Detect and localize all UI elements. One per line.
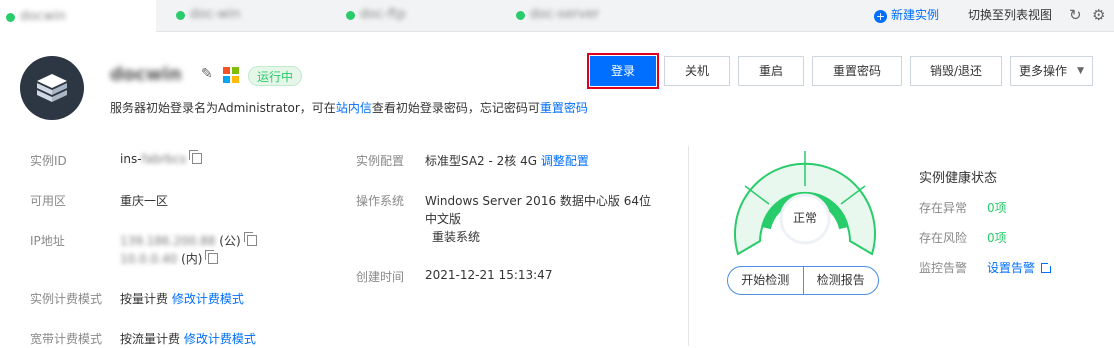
status-badge: 运行中 bbox=[248, 66, 303, 86]
tab-label: doc-ftp bbox=[360, 7, 406, 22]
modify-bandwidth-billing-link[interactable]: 修改计费模式 bbox=[184, 332, 256, 346]
inbox-link[interactable]: 站内信 bbox=[336, 101, 372, 115]
bandwidth-mode-label: 宽带计费模式 bbox=[30, 332, 103, 346]
check-report-button[interactable]: 检测报告 bbox=[804, 267, 879, 294]
instance-id-label: 实例ID bbox=[30, 154, 67, 168]
billing-mode-value: 按量计费 修改计费模式 bbox=[120, 292, 244, 306]
start-check-button[interactable]: 开始检测 bbox=[728, 267, 804, 294]
more-actions-dropdown[interactable]: 更多操作 ▼ bbox=[1010, 56, 1093, 86]
running-status-dot bbox=[6, 13, 15, 22]
health-title: 实例健康状态 bbox=[919, 171, 998, 186]
config-label: 实例配置 bbox=[356, 154, 405, 168]
destroy-button[interactable]: 销毁/退还 bbox=[910, 56, 1002, 86]
instance-avatar bbox=[20, 56, 84, 120]
reinstall-system-link[interactable]: 重装系统 bbox=[432, 228, 480, 245]
shutdown-button[interactable]: 关机 bbox=[664, 56, 730, 86]
risk-value[interactable]: 0项 bbox=[987, 229, 1007, 246]
tab-doc-win[interactable]: doc-win bbox=[170, 0, 330, 32]
billing-mode-label: 实例计费模式 bbox=[30, 292, 103, 306]
copy-icon[interactable] bbox=[205, 250, 219, 264]
reset-password-button[interactable]: 重置密码 bbox=[812, 56, 902, 86]
copy-icon[interactable] bbox=[243, 232, 257, 246]
abnormal-value[interactable]: 0项 bbox=[987, 199, 1007, 216]
zone-label: 可用区 bbox=[30, 194, 67, 208]
switch-list-view-link[interactable]: 切换至列表视图 bbox=[968, 0, 1052, 30]
os-value-line2: 中文版 bbox=[425, 212, 462, 226]
health-gauge: 正常 bbox=[734, 151, 876, 256]
ip-label: IP地址 bbox=[30, 234, 65, 248]
edit-icon[interactable]: ✎ bbox=[201, 66, 213, 82]
gear-icon[interactable]: ⚙ bbox=[1092, 0, 1105, 30]
refresh-icon[interactable]: ↻ bbox=[1069, 0, 1082, 30]
gauge-button-group: 开始检测 检测报告 bbox=[727, 266, 879, 295]
instance-tab-bar: docwin doc-win doc-ftp doc-server + 新建实例 … bbox=[0, 0, 1114, 33]
adjust-config-link[interactable]: 调整配置 bbox=[541, 154, 589, 168]
plus-icon: + bbox=[874, 10, 887, 23]
instance-name: docwin bbox=[110, 64, 182, 85]
copy-icon[interactable] bbox=[189, 150, 203, 164]
reset-password-link[interactable]: 重置密码 bbox=[540, 101, 588, 115]
os-label: 操作系统 bbox=[356, 194, 405, 208]
tab-label: docwin bbox=[20, 9, 66, 24]
login-tip: 服务器初始登录名为Administrator，可在站内信查看初始登录密码，忘记密… bbox=[110, 101, 588, 115]
abnormal-label: 存在异常 bbox=[919, 201, 968, 215]
windows-icon bbox=[223, 67, 239, 83]
zone-value: 重庆一区 bbox=[120, 194, 169, 208]
alarm-label: 监控告警 bbox=[919, 261, 968, 275]
modify-billing-link[interactable]: 修改计费模式 bbox=[172, 292, 244, 306]
tab-doc-ftp[interactable]: doc-ftp bbox=[340, 0, 500, 32]
created-time-label: 创建时间 bbox=[356, 270, 405, 284]
set-alarm-link[interactable]: 设置告警 bbox=[987, 259, 1054, 276]
config-value: 标准型SA2 - 2核 4G 调整配置 bbox=[425, 154, 589, 168]
new-instance-link[interactable]: + 新建实例 bbox=[874, 0, 939, 30]
column-divider bbox=[688, 146, 689, 346]
public-ip-value: 139.186.200.88 (公) bbox=[120, 232, 257, 249]
bandwidth-mode-value: 按流量计费 修改计费模式 bbox=[120, 332, 256, 346]
instance-id-value: ins-fabrbcs bbox=[120, 150, 203, 166]
server-icon bbox=[37, 74, 67, 102]
running-status-dot bbox=[176, 11, 185, 20]
running-status-dot bbox=[346, 11, 355, 20]
caret-down-icon: ▼ bbox=[1077, 66, 1084, 76]
running-status-dot bbox=[516, 11, 525, 20]
tab-docwin[interactable]: docwin bbox=[0, 0, 156, 33]
os-value-line1: Windows Server 2016 数据中心版 64位 bbox=[425, 194, 651, 208]
risk-label: 存在风险 bbox=[919, 231, 968, 245]
tab-doc-server[interactable]: doc-server bbox=[510, 0, 670, 32]
private-ip-value: 10.0.0.40 (内) bbox=[120, 250, 219, 267]
login-button[interactable]: 登录 bbox=[587, 53, 659, 89]
external-link-icon bbox=[1041, 261, 1054, 273]
tab-label: doc-server bbox=[530, 7, 600, 22]
gauge-status-text: 正常 bbox=[793, 211, 817, 225]
created-time-value: 2021-12-21 15:13:47 bbox=[425, 268, 553, 282]
tab-label: doc-win bbox=[190, 7, 241, 22]
restart-button[interactable]: 重启 bbox=[738, 56, 804, 86]
